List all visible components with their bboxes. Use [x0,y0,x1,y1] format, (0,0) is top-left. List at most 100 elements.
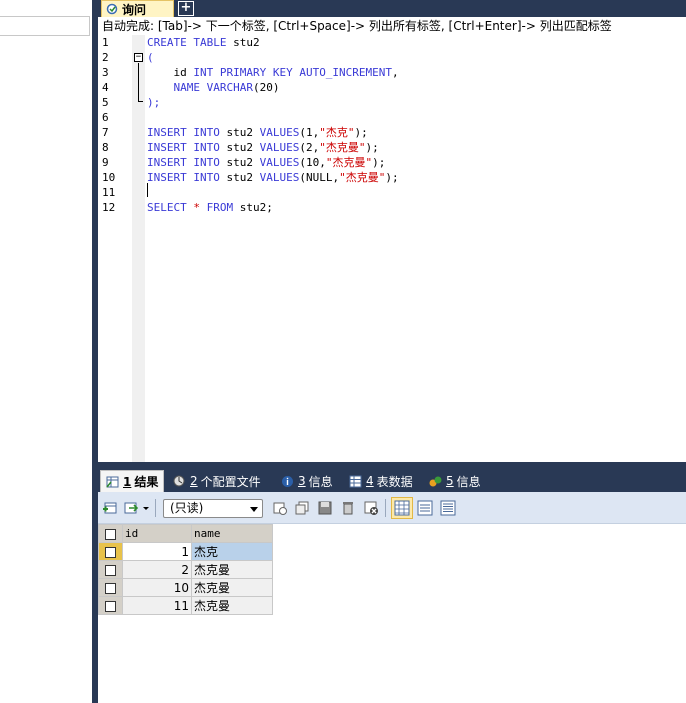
tab-label: 表数据 [376,474,413,489]
export-dropdown-icon[interactable] [142,500,150,516]
cell-id[interactable]: 11 [122,596,192,615]
sql-token: ); [365,141,379,154]
add-row-icon[interactable] [102,500,118,516]
cell-name[interactable]: 杰克曼 [191,578,273,597]
line-number: 4 [102,81,109,94]
table-row[interactable]: 11 杰克曼 [98,596,273,615]
sql-keyword: NAME VARCHAR [147,81,253,94]
sql-string: "杰克曼" [339,171,386,184]
code-line: INSERT INTO stu2 VALUES(1,"杰克"); [147,125,368,140]
row-checkbox[interactable] [98,596,123,615]
result-tab-strip: 1 结果 2 个配置文件 3 信息 4 表数据 5 信息 [98,467,686,492]
sql-token: ); [385,171,399,184]
cell-id[interactable]: 10 [122,578,192,597]
cell-name[interactable]: 杰克曼 [191,596,273,615]
sql-token: stu2 [226,141,260,154]
line-number: 5 [102,96,109,109]
line-number: 10 [102,171,116,184]
line-number: 8 [102,141,109,154]
form-view-icon[interactable] [417,500,433,516]
readonly-select[interactable]: (只读) [163,499,263,518]
code-line: NAME VARCHAR(20) [147,80,279,95]
chevron-down-icon [250,507,258,512]
code-line: SELECT * FROM stu2; [147,200,273,215]
line-number: 12 [102,201,116,214]
add-tab-button[interactable]: + [178,1,194,16]
fold-toggle-icon[interactable]: − [134,53,143,62]
tab-label: 信息 [308,474,333,489]
sql-keyword: CREATE TABLE [147,36,234,49]
sql-keyword: INSERT INTO [147,171,227,184]
sql-keyword: ( [147,51,154,64]
table-data-icon [349,475,362,487]
code-line: id INT PRIMARY KEY AUTO_INCREMENT, [147,65,398,80]
checkbox-icon [105,582,116,594]
sql-token: ); [372,156,386,169]
copy-row-icon[interactable] [294,500,310,516]
cancel-changes-icon[interactable] [363,500,379,516]
grid-view-icon [394,500,410,516]
fold-range-line [138,63,139,101]
refresh-grid-icon[interactable] [272,500,288,516]
sql-editor[interactable]: − 1 2 3 4 5 6 7 8 9 10 11 12 CREATE TABLE stu2( id I… [98,35,686,462]
save-icon[interactable] [317,500,333,516]
sql-keyword: INSERT INTO [147,126,227,139]
sql-string: * [193,201,207,214]
tab-query[interactable]: 询问 [101,0,174,17]
cell-id[interactable]: 2 [122,560,192,579]
table-row[interactable]: 10 杰克曼 [98,578,273,597]
readonly-select-value: (只读) [170,501,204,515]
row-checkbox[interactable] [98,560,123,579]
tab-result-3[interactable]: 3 信息 [276,470,338,492]
sql-token: (NULL, [299,171,340,184]
cell-name[interactable]: 杰克曼 [191,560,273,579]
table-row[interactable]: 1 杰克 [98,542,273,561]
checkbox-icon [105,600,116,612]
delete-icon[interactable] [340,500,356,516]
export-icon[interactable] [123,500,139,516]
select-all-checkbox[interactable] [98,524,123,543]
tab-result-4[interactable]: 4 表数据 [344,470,418,492]
cell-name[interactable]: 杰克 [191,542,273,561]
sql-keyword: VALUES [259,126,300,139]
code-line: INSERT INTO stu2 VALUES(2,"杰克曼"); [147,140,379,155]
fold-end-marker [138,101,143,102]
sql-string: "杰克曼" [325,156,373,169]
cell-id[interactable]: 1 [122,542,192,561]
tab-result-5[interactable]: 5 信息 [424,470,486,492]
column-header-id[interactable]: id [122,524,192,543]
tab-result-1[interactable]: 1 结果 [100,470,165,492]
sql-token: ); [354,126,368,139]
grid-header-row: id name [98,524,273,543]
grid-view-button[interactable] [391,497,413,519]
tab-number: 3 [298,474,306,488]
sql-keyword: VALUES [259,141,300,154]
sql-token: stu2 [226,126,260,139]
table-row[interactable]: 2 杰克曼 [98,560,273,579]
sql-string: "杰克" [319,126,355,139]
row-checkbox[interactable] [98,578,123,597]
row-checkbox[interactable] [98,542,123,561]
tab-number: 1 [123,474,132,489]
sql-keyword: ); [147,96,161,109]
sql-token: stu2; [239,201,273,214]
text-view-icon[interactable] [440,500,456,516]
sql-token: stu2 [226,171,260,184]
code-line: ); [147,95,160,110]
sql-keyword: SELECT [147,201,194,214]
sql-keyword: INSERT INTO [147,141,227,154]
line-number: 6 [102,111,109,124]
query-tab-strip: 询问 + [98,0,686,17]
code-line: ( [147,50,154,65]
tab-result-2[interactable]: 2 个配置文件 [168,470,266,492]
column-header-name[interactable]: name [191,524,273,543]
result-grid-icon [106,476,119,488]
text-caret [147,183,148,197]
sql-keyword: INSERT INTO [147,156,227,169]
tab-query-label: 询问 [122,2,147,17]
profile-icon [173,475,185,486]
object-filter-input[interactable] [0,16,90,36]
line-number: 1 [102,36,109,49]
sql-token: id [147,66,194,79]
tab-number: 5 [446,474,454,488]
